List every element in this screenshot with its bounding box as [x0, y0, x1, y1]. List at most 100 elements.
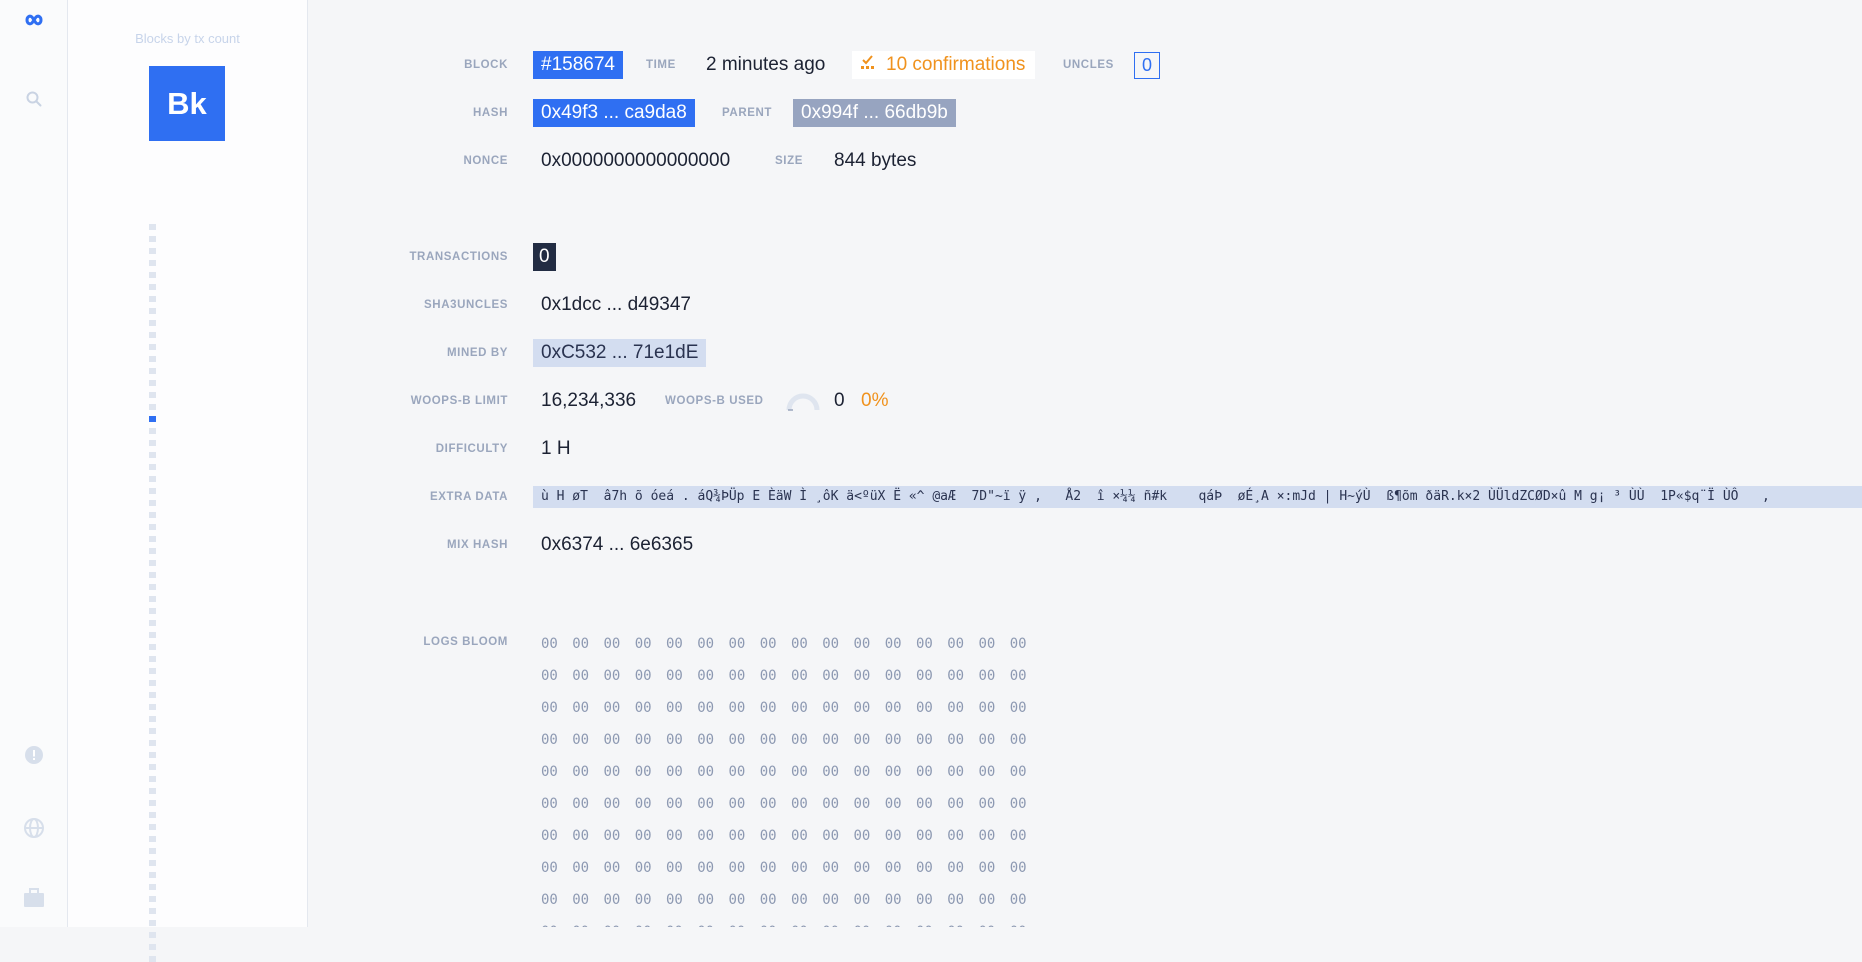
- block-dot[interactable]: [149, 404, 156, 410]
- block-dot[interactable]: [149, 452, 156, 458]
- block-dot[interactable]: [149, 596, 156, 602]
- logs-bloom-byte: 00: [572, 828, 590, 844]
- logs-bloom-byte: 00: [697, 892, 715, 908]
- block-dot[interactable]: [149, 644, 156, 650]
- block-dot[interactable]: [149, 944, 156, 950]
- logs-bloom-byte: 00: [978, 668, 996, 684]
- block-dot[interactable]: [149, 752, 156, 758]
- block-dot[interactable]: [149, 428, 156, 434]
- block-dot[interactable]: [149, 656, 156, 662]
- block-dot[interactable]: [149, 380, 156, 386]
- parent-hash[interactable]: 0x994f ... 66db9b: [793, 99, 956, 127]
- logs-bloom-byte: 00: [1009, 700, 1027, 716]
- block-dot[interactable]: [149, 344, 156, 350]
- block-dot[interactable]: [149, 548, 156, 554]
- logs-bloom-byte: 00: [603, 828, 621, 844]
- block-dot[interactable]: [149, 704, 156, 710]
- alert-circle-icon[interactable]: [0, 745, 67, 765]
- mix-hash-label: MIX HASH: [446, 539, 508, 551]
- logs-bloom-byte: 00: [1009, 668, 1027, 684]
- block-dot[interactable]: [149, 464, 156, 470]
- block-dot[interactable]: [149, 440, 156, 446]
- block-dot[interactable]: [149, 224, 156, 230]
- logs-bloom-byte: 00: [572, 700, 590, 716]
- mix-hash-value: 0x6374 ... 6e6365: [541, 534, 694, 555]
- logs-bloom-byte: 00: [884, 892, 902, 908]
- confirmations-text: 10 confirmations: [886, 54, 1026, 75]
- block-dot-active[interactable]: [149, 416, 156, 422]
- infinity-logo-icon[interactable]: [0, 10, 67, 30]
- block-dot[interactable]: [149, 584, 156, 590]
- block-dot[interactable]: [149, 680, 156, 686]
- block-dot[interactable]: [149, 536, 156, 542]
- block-dot[interactable]: [149, 236, 156, 242]
- block-dot[interactable]: [149, 800, 156, 806]
- logs-bloom-byte: 00: [791, 636, 808, 652]
- logs-bloom-byte: 00: [759, 636, 777, 652]
- block-dot[interactable]: [149, 632, 156, 638]
- block-dot[interactable]: [149, 692, 156, 698]
- gas-used-gauge: [785, 390, 821, 417]
- logs-bloom-byte: 00: [634, 700, 652, 716]
- block-dot[interactable]: [149, 764, 156, 770]
- briefcase-icon[interactable]: [0, 888, 67, 908]
- block-dot[interactable]: [149, 608, 156, 614]
- block-dot[interactable]: [149, 716, 156, 722]
- block-dot[interactable]: [149, 908, 156, 914]
- block-dot[interactable]: [149, 356, 156, 362]
- block-dot[interactable]: [149, 560, 156, 566]
- block-dot[interactable]: [149, 500, 156, 506]
- logs-bloom-byte: 00: [853, 636, 871, 652]
- block-number-badge[interactable]: #158674: [533, 51, 623, 79]
- globe-icon[interactable]: [0, 817, 67, 839]
- block-dot[interactable]: [149, 392, 156, 398]
- block-dot[interactable]: [149, 572, 156, 578]
- block-dot[interactable]: [149, 620, 156, 626]
- sha3uncles-value: 0x1dcc ... d49347: [541, 294, 691, 315]
- block-dot[interactable]: [149, 872, 156, 878]
- block-dot[interactable]: [149, 308, 156, 314]
- block-dot[interactable]: [149, 788, 156, 794]
- block-dot[interactable]: [149, 248, 156, 254]
- block-dot[interactable]: [149, 776, 156, 782]
- block-dot[interactable]: [149, 848, 156, 854]
- logs-bloom-byte: 00: [947, 764, 965, 780]
- block-dot[interactable]: [149, 920, 156, 926]
- block-dot[interactable]: [149, 368, 156, 374]
- block-dot[interactable]: [149, 812, 156, 818]
- logs-bloom-byte: 00: [634, 732, 652, 748]
- logs-bloom-byte: 00: [572, 668, 590, 684]
- block-dot[interactable]: [149, 728, 156, 734]
- block-dot[interactable]: [149, 956, 156, 962]
- block-dot[interactable]: [149, 512, 156, 518]
- block-dot[interactable]: [149, 296, 156, 302]
- block-dot[interactable]: [149, 932, 156, 938]
- blocks-strip: Blocks by tx count Bk: [68, 0, 308, 962]
- block-hash[interactable]: 0x49f3 ... ca9da8: [533, 99, 695, 127]
- block-dot[interactable]: [149, 824, 156, 830]
- block-dot[interactable]: [149, 836, 156, 842]
- block-dot[interactable]: [149, 740, 156, 746]
- logs-bloom-byte: 00: [853, 700, 871, 716]
- block-dot[interactable]: [149, 476, 156, 482]
- logs-bloom-byte: 00: [884, 796, 902, 812]
- block-dot[interactable]: [149, 260, 156, 266]
- block-dot[interactable]: [149, 284, 156, 290]
- block-dot[interactable]: [149, 272, 156, 278]
- logs-bloom-byte: 00: [697, 732, 715, 748]
- block-dot[interactable]: [149, 884, 156, 890]
- block-dot[interactable]: [149, 488, 156, 494]
- block-dot[interactable]: [149, 668, 156, 674]
- search-icon[interactable]: [0, 90, 67, 108]
- block-dot[interactable]: [149, 332, 156, 338]
- block-dot[interactable]: [149, 896, 156, 902]
- block-dot[interactable]: [149, 320, 156, 326]
- logs-bloom-byte: 00: [884, 668, 902, 684]
- logs-bloom-byte: 00: [666, 892, 683, 908]
- block-dot[interactable]: [149, 860, 156, 866]
- block-dot[interactable]: [149, 524, 156, 530]
- transactions-count[interactable]: 0: [533, 243, 556, 271]
- miner-address[interactable]: 0xC532 ... 71e1dE: [533, 339, 707, 367]
- logs-bloom-label: LOGS BLOOM: [423, 636, 508, 648]
- uncles-count[interactable]: 0: [1134, 52, 1160, 79]
